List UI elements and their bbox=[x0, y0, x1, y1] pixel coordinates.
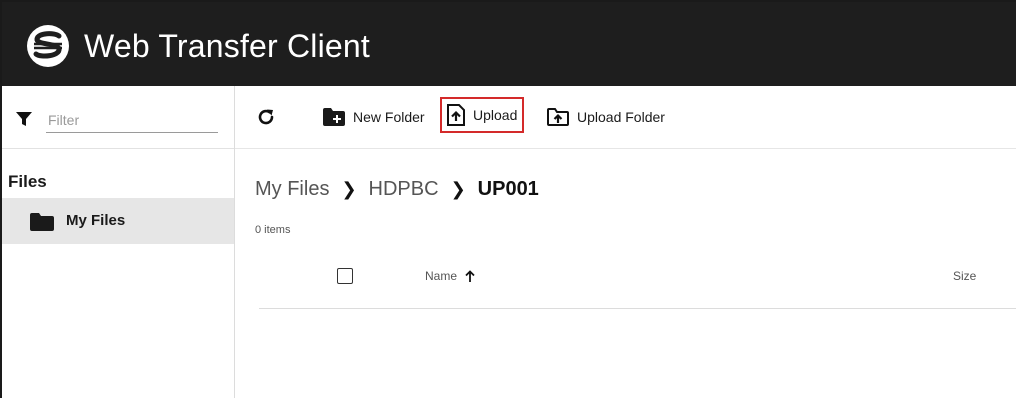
upload-folder-label: Upload Folder bbox=[577, 109, 665, 125]
upload-button[interactable]: Upload bbox=[440, 97, 525, 133]
chevron-right-icon: ❯ bbox=[341, 178, 357, 199]
sidebar-divider bbox=[2, 148, 234, 149]
upload-folder-icon bbox=[547, 108, 569, 126]
sidebar-item-my-files[interactable]: My Files bbox=[2, 198, 234, 244]
chevron-right-icon: ❯ bbox=[450, 178, 466, 199]
upload-file-icon bbox=[447, 104, 465, 126]
files-heading: Files bbox=[8, 172, 47, 191]
item-count: 0 items bbox=[255, 224, 291, 236]
upload-folder-button[interactable]: Upload Folder bbox=[543, 100, 669, 134]
new-folder-label: New Folder bbox=[353, 109, 425, 125]
sidebar-item-label: My Files bbox=[66, 212, 126, 229]
breadcrumb-item-current: UP001 bbox=[477, 177, 539, 200]
column-header-size[interactable]: Size bbox=[953, 269, 976, 283]
file-table-header: Name Size bbox=[259, 258, 1016, 309]
new-folder-icon bbox=[323, 108, 345, 126]
app-header: Web Transfer Client bbox=[2, 2, 1016, 86]
breadcrumb: My Files ❯ HDPBC ❯ UP001 bbox=[255, 174, 539, 204]
refresh-button[interactable] bbox=[251, 100, 281, 134]
column-header-name[interactable]: Name bbox=[425, 269, 475, 283]
column-name-label: Name bbox=[425, 269, 458, 283]
filter-input[interactable] bbox=[46, 108, 218, 133]
app-logo-icon bbox=[27, 25, 69, 67]
refresh-icon bbox=[258, 109, 274, 125]
filter-icon bbox=[16, 112, 32, 126]
main-panel: New Folder Upload Upload Folder My Files… bbox=[235, 86, 1016, 398]
breadcrumb-item-my-files[interactable]: My Files bbox=[255, 178, 329, 201]
filter-box bbox=[16, 108, 218, 142]
sidebar: Files My Files bbox=[2, 86, 235, 398]
breadcrumb-item-hdpbc[interactable]: HDPBC bbox=[369, 178, 439, 201]
upload-label: Upload bbox=[473, 107, 518, 123]
toolbar: New Folder Upload Upload Folder bbox=[235, 86, 1016, 149]
folder-icon bbox=[30, 213, 54, 231]
new-folder-button[interactable]: New Folder bbox=[319, 100, 429, 134]
app-title: Web Transfer Client bbox=[84, 28, 370, 64]
select-all-checkbox[interactable] bbox=[337, 268, 353, 284]
arrow-up-icon bbox=[465, 270, 475, 282]
